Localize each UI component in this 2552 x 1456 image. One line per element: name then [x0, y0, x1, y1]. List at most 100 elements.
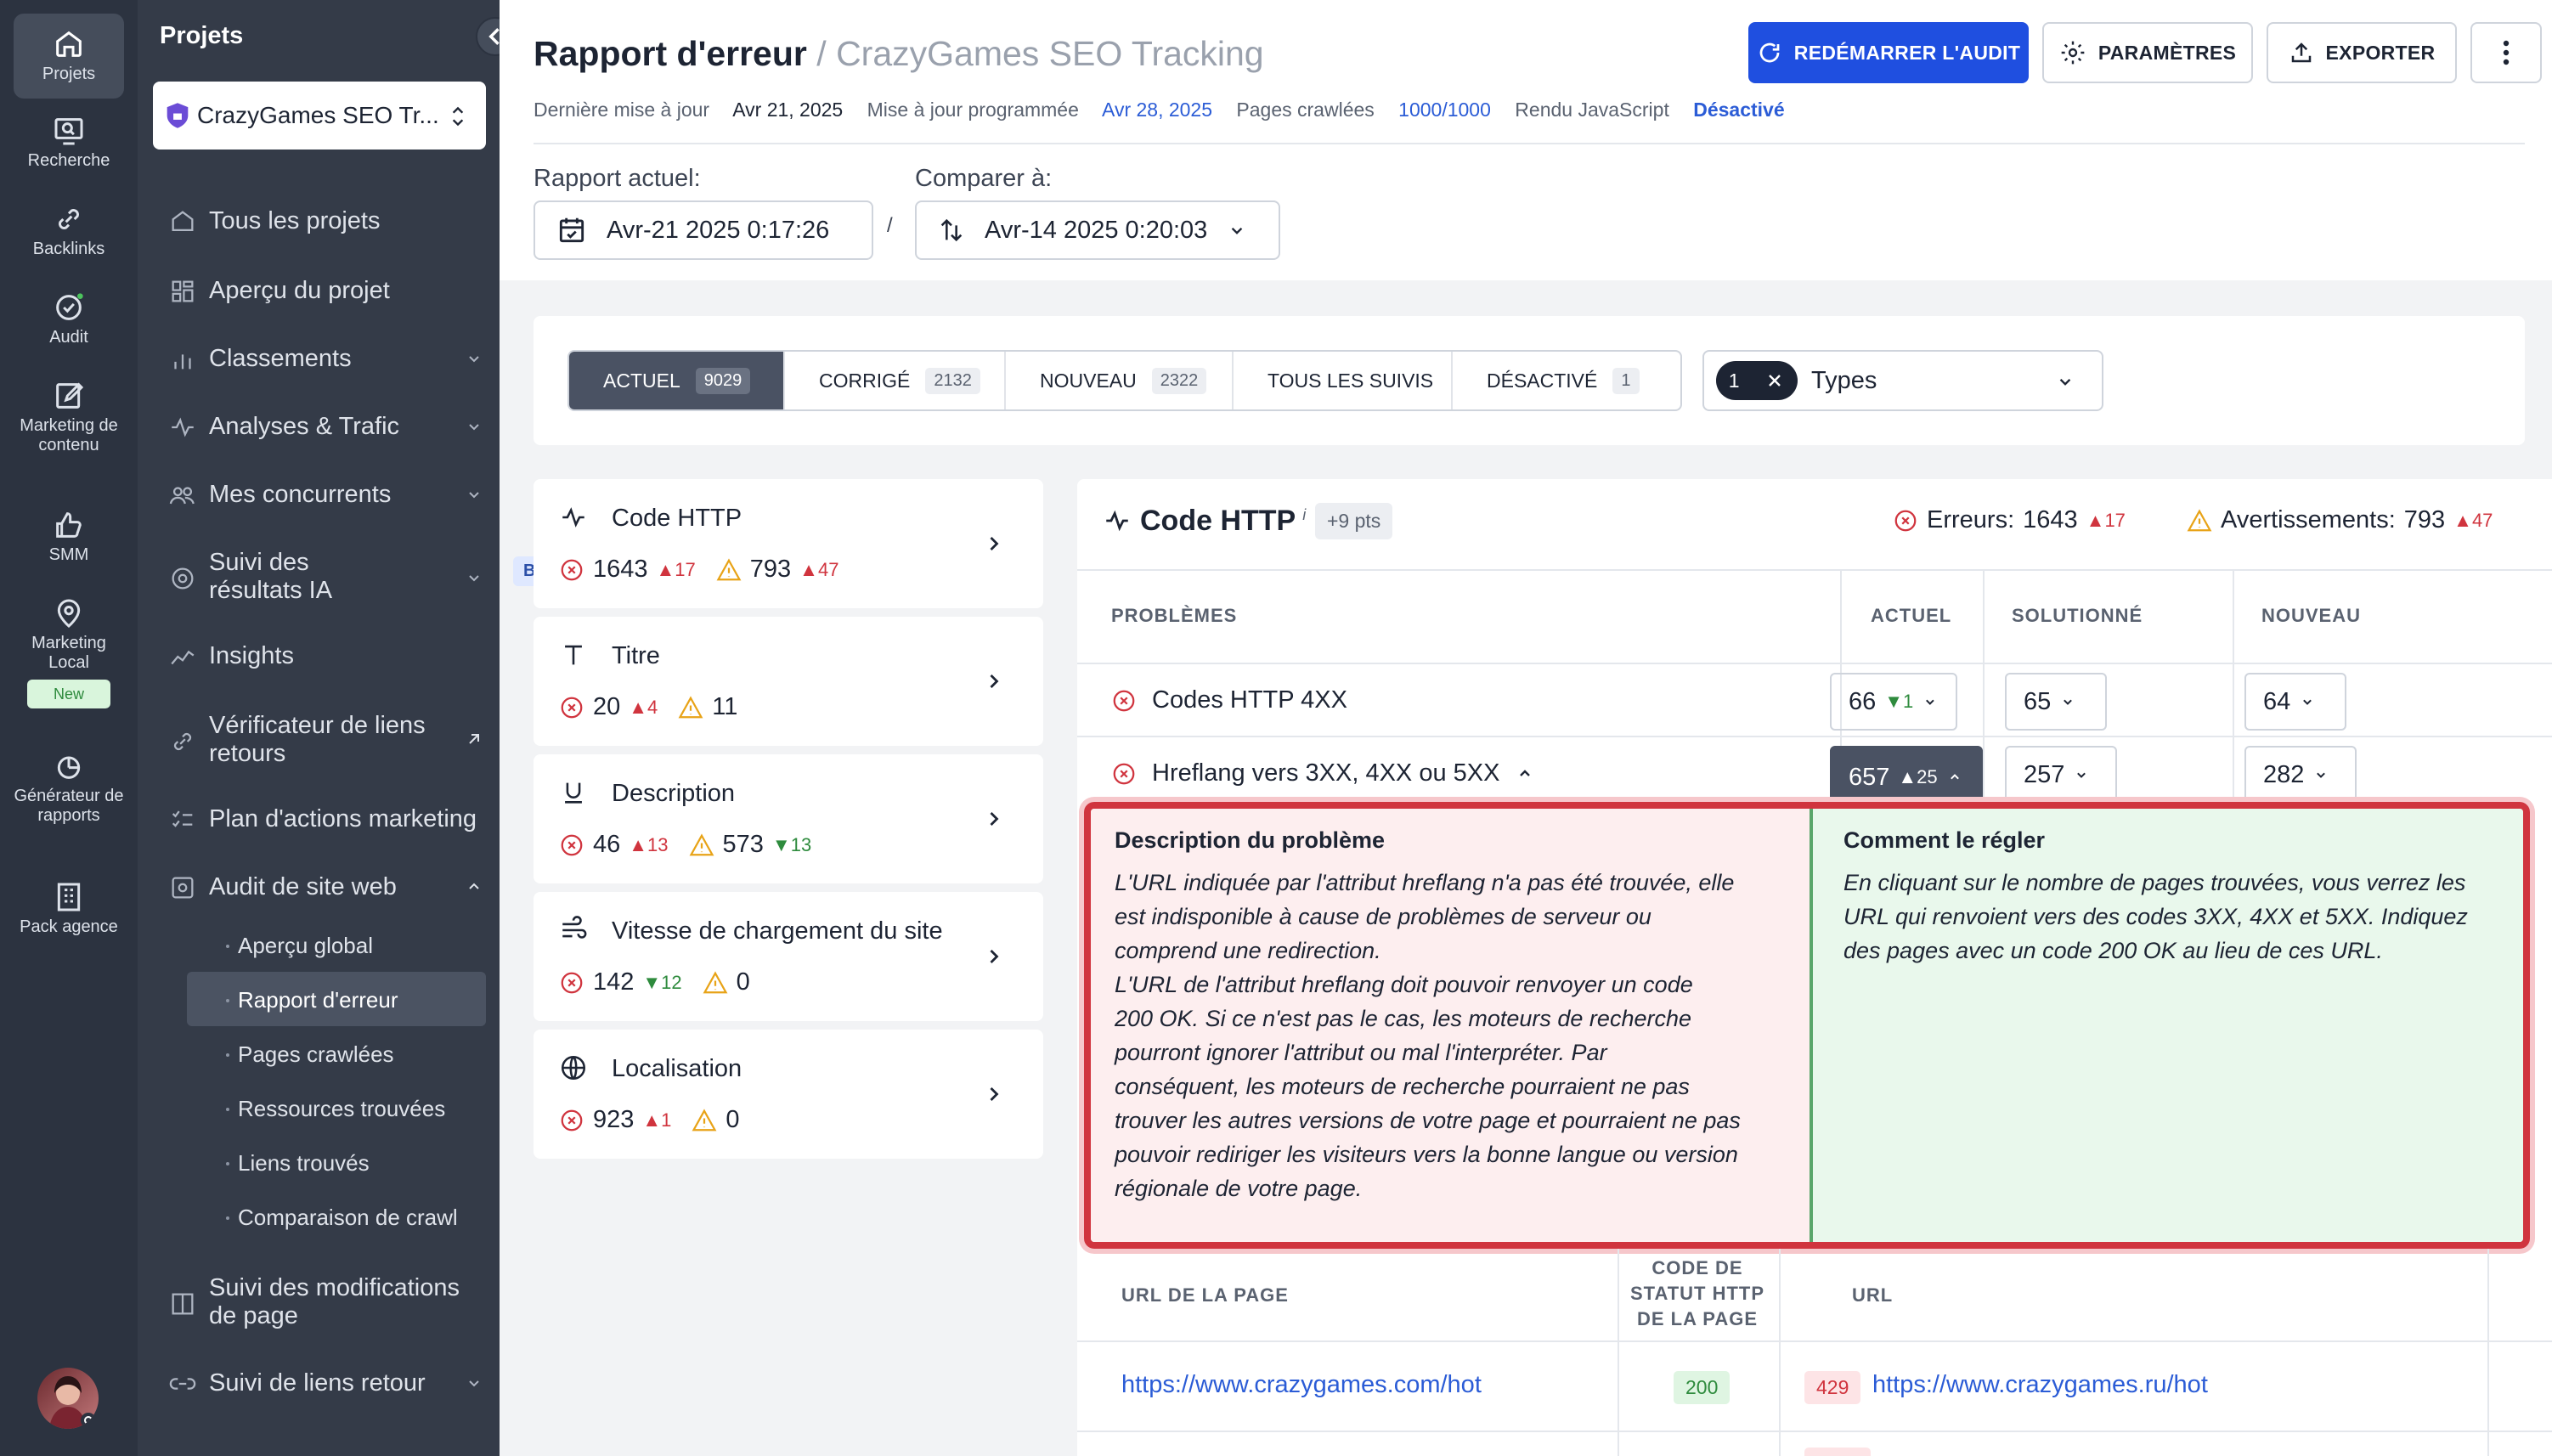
report-icon — [52, 749, 86, 783]
warning-count: 11 — [712, 693, 738, 720]
solved-count-dropdown[interactable]: 257 — [2005, 746, 2117, 804]
status-code-badge-partial — [1804, 1448, 1871, 1456]
issue-label: Hreflang vers 3XX, 4XX ou 5XX — [1152, 759, 1500, 787]
category-card-code-http[interactable]: Code HTTP 1643 ▲17 793 ▲47 — [534, 479, 1043, 608]
issue-explanation: Description du problème L'URL indiquée p… — [1084, 802, 2530, 1249]
error-icon — [561, 834, 583, 855]
rail-item-generateur-rapports[interactable]: Générateur de rapports — [14, 749, 124, 826]
types-label: Types — [1811, 366, 1877, 394]
panel-title: Code HTTP i — [1140, 505, 1306, 538]
warning-icon — [689, 832, 714, 855]
category-card-vitesse[interactable]: Vitesse de chargement du site 142 ▼12 0 — [534, 892, 1043, 1021]
subitem-liens-trouves[interactable]: Liens trouvés — [226, 1150, 370, 1177]
close-icon[interactable] — [1764, 370, 1785, 391]
link-icon — [52, 202, 86, 236]
chevron-up-icon[interactable] — [1515, 764, 1535, 784]
new-count-dropdown[interactable]: 64 — [2244, 673, 2346, 731]
rail-item-backlinks[interactable]: Backlinks — [14, 202, 124, 259]
current-count: 657 — [1849, 763, 1890, 791]
description-title: Description du problème — [1115, 827, 1386, 853]
subitem-rapport-erreur[interactable]: Rapport d'erreur — [226, 987, 398, 1013]
rail-item-recherche[interactable]: Recherche — [14, 114, 124, 171]
project-selector[interactable]: CrazyGames SEO Tr... — [153, 82, 486, 150]
audit-check-icon — [52, 291, 86, 324]
error-count: 20 — [593, 693, 621, 720]
export-button[interactable]: EXPORTER — [2267, 22, 2457, 83]
settings-button[interactable]: PARAMÈTRES — [2042, 22, 2253, 83]
types-count-chip[interactable]: 1 — [1716, 361, 1798, 400]
settings-label: PARAMÈTRES — [2097, 41, 2237, 64]
rail-label: Projets — [42, 65, 96, 83]
status-tabs: ACTUEL 9029 CORRIGÉ 2132 NOUVEAU 2322 TOUS … — [567, 350, 1682, 411]
category-title: Code HTTP — [612, 505, 742, 532]
subitem-apercu-global[interactable]: Aperçu global — [226, 933, 373, 959]
compare-icon — [172, 1293, 194, 1315]
current-count-dropdown[interactable]: 657 ▲25 — [1830, 746, 1983, 809]
shield-logo-icon — [167, 103, 189, 128]
thumb-up-icon — [52, 508, 86, 542]
tab-nouveau[interactable]: NOUVEAU 2322 — [1006, 352, 1234, 409]
subitem-comparaison[interactable]: Comparaison de crawl — [226, 1205, 458, 1231]
issue-row[interactable]: Codes HTTP 4XX 66 ▼1 65 64 — [1077, 664, 2552, 737]
nav-label: Suivi des modifications de page — [209, 1274, 460, 1329]
nav-label: Analyses & Trafic — [209, 413, 400, 440]
error-icon — [561, 697, 583, 718]
tab-tous-suivis[interactable]: TOUS LES SUIVIS — [1234, 352, 1453, 409]
rail-label: Backlinks — [32, 240, 105, 258]
types-filter[interactable]: 1 Types — [1702, 350, 2103, 411]
tab-desactive[interactable]: DÉSACTIVÉ 1 — [1453, 352, 1680, 409]
rail-item-pack-agence[interactable]: Pack agence — [14, 880, 124, 937]
rail-item-marketing-contenu[interactable]: Marketing de contenu — [14, 379, 124, 455]
link-icon — [173, 732, 192, 751]
info-icon[interactable]: i — [1302, 506, 1306, 523]
warning-icon — [2187, 508, 2212, 531]
rail-label: Générateur de rapports — [14, 787, 124, 825]
chevron-down-icon — [1926, 699, 1934, 705]
current-count-dropdown[interactable]: 66 ▼1 — [1830, 673, 1957, 731]
category-card-localisation[interactable]: Localisation 923 ▲1 0 — [534, 1030, 1043, 1159]
scheduled-value[interactable]: Avr 28, 2025 — [1102, 99, 1212, 121]
rail-item-marketing-local[interactable]: Marketing Local New — [14, 596, 124, 708]
updown-chevron-icon — [452, 106, 464, 127]
rail-item-projets[interactable]: Projets — [14, 14, 124, 99]
tab-actuel[interactable]: ACTUEL 9029 — [569, 352, 785, 409]
tab-count: 2322 — [1151, 367, 1207, 394]
meta-label: Dernière mise à jour — [534, 99, 710, 121]
target-url-link[interactable]: https://www.crazygames.ru/hot — [1872, 1371, 2208, 1399]
compare-date-select[interactable]: Avr-14 2025 0:20:03 — [915, 200, 1280, 260]
rail-item-smm[interactable]: SMM — [14, 508, 124, 565]
column-header: PROBLÈMES — [1111, 605, 1238, 626]
chevron-down-icon — [469, 492, 479, 499]
more-options-button[interactable] — [2470, 22, 2542, 83]
link-icon — [169, 1378, 196, 1390]
nav-label: Suivi de liens retour — [209, 1369, 426, 1397]
issue-row-expanded[interactable]: Hreflang vers 3XX, 4XX ou 5XX 657 ▲25 257… — [1077, 737, 2552, 810]
current-report-date[interactable]: Avr-21 2025 0:17:26 — [534, 200, 873, 260]
solved-count-dropdown[interactable]: 65 — [2005, 673, 2107, 731]
subitem-pages-crawlees[interactable]: Pages crawlées — [226, 1041, 394, 1068]
solved-count: 65 — [2024, 687, 2052, 715]
subitem-ressources[interactable]: Ressources trouvées — [225, 1096, 445, 1122]
warnings-count: 793 — [2403, 506, 2446, 533]
meta-label: Rendu JavaScript — [1515, 99, 1669, 121]
tab-corrige[interactable]: CORRIGÉ 2132 — [785, 352, 1006, 409]
nav-label: Mes concurrents — [209, 481, 392, 508]
js-rendering-value[interactable]: Désactivé — [1693, 99, 1784, 121]
issue-label: Codes HTTP 4XX — [1152, 686, 1347, 714]
restart-audit-button[interactable]: REDÉMARRER L'AUDIT — [1748, 22, 2029, 83]
new-count-dropdown[interactable]: 282 — [2244, 746, 2357, 804]
category-card-titre[interactable]: Titre 20 ▲4 11 — [534, 617, 1043, 746]
pulse-icon — [562, 507, 584, 528]
avatar[interactable] — [37, 1368, 99, 1429]
error-icon — [1113, 690, 1135, 711]
crawled-value[interactable]: 1000/1000 — [1398, 99, 1491, 121]
solved-count: 257 — [2024, 760, 2065, 788]
warnings-summary: Avertissements: 793 ▲47 — [2187, 506, 2493, 534]
error-icon — [1894, 510, 1917, 531]
rail-item-audit[interactable]: Audit — [14, 291, 124, 347]
tab-count: 2132 — [925, 367, 980, 394]
errors-delta: 17 — [2104, 509, 2126, 531]
warning-icon — [703, 970, 728, 993]
category-card-description[interactable]: Description 46 ▲13 573 ▼13 — [534, 754, 1043, 883]
page-url-link[interactable]: https://www.crazygames.com/hot — [1121, 1371, 1482, 1399]
